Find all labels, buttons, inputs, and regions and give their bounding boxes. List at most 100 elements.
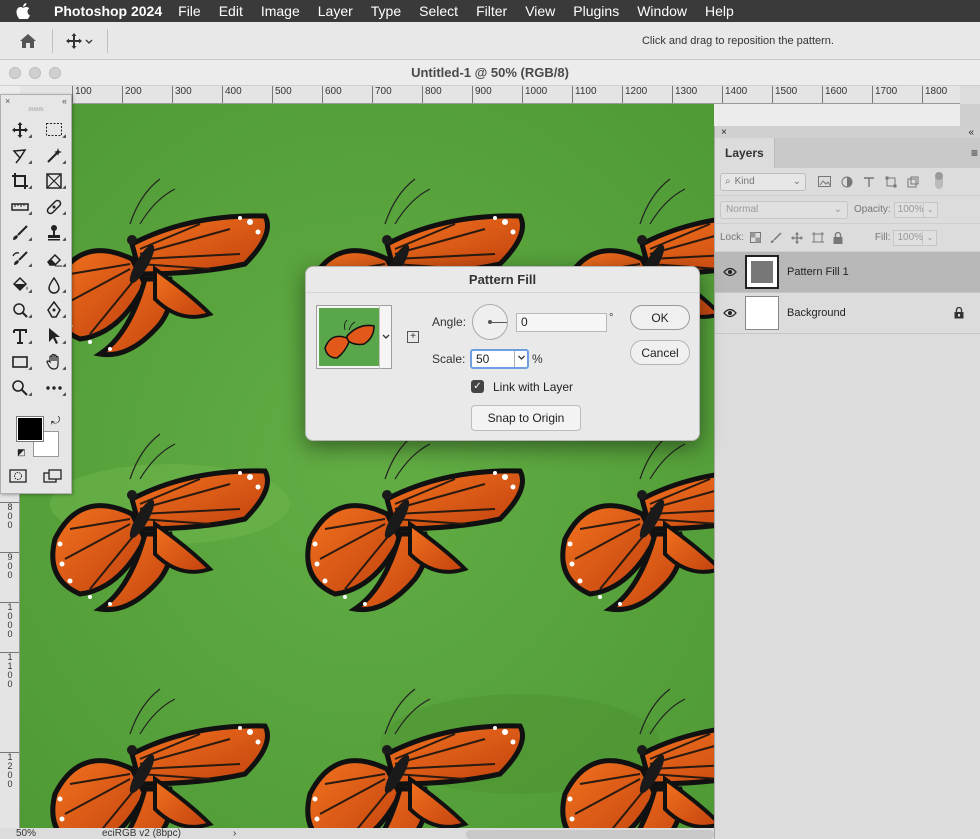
apple-icon[interactable] — [16, 3, 38, 19]
menu-edit[interactable]: Edit — [219, 3, 243, 19]
visibility-eye-icon[interactable] — [715, 308, 745, 318]
zoom-level[interactable]: 50% — [16, 828, 36, 839]
menu-view[interactable]: View — [525, 3, 555, 19]
pixel-filter-icon[interactable] — [818, 176, 831, 187]
angle-dial[interactable] — [472, 304, 508, 340]
menu-help[interactable]: Help — [705, 3, 734, 19]
more-tools[interactable] — [37, 375, 71, 401]
app-name-menu[interactable]: Photoshop 2024 — [54, 3, 162, 19]
opacity-dropdown[interactable]: ⌄ — [923, 201, 938, 218]
document-canvas[interactable] — [20, 104, 714, 830]
zoom-window-button[interactable] — [49, 67, 61, 79]
pen-tool[interactable] — [37, 298, 71, 324]
minimize-window-button[interactable] — [29, 67, 41, 79]
status-menu-arrow[interactable]: › — [233, 828, 236, 839]
menu-window[interactable]: Window — [637, 3, 687, 19]
eraser-tool[interactable] — [37, 246, 71, 272]
filter-kind-select[interactable]: ⌕ Kind ⌄ — [720, 172, 806, 191]
fill-dropdown[interactable]: ⌄ — [923, 229, 938, 246]
frame-tool[interactable] — [37, 169, 71, 195]
lock-artboard-icon[interactable] — [811, 231, 824, 244]
hand-tool[interactable] — [37, 349, 71, 375]
blur-tool[interactable] — [37, 272, 71, 298]
layer-row-background[interactable]: Background — [715, 293, 980, 334]
close-panel-icon[interactable]: × — [5, 96, 10, 106]
marquee-tool[interactable] — [37, 117, 71, 143]
move-tool[interactable] — [3, 117, 37, 143]
magic-wand-tool[interactable] — [37, 143, 71, 169]
swap-colors-icon[interactable]: ⤾ — [51, 415, 60, 428]
lock-transparent-icon[interactable] — [749, 232, 761, 243]
pattern-dropdown-button[interactable] — [379, 305, 392, 369]
ruler-tool[interactable] — [3, 194, 37, 220]
snap-to-origin-button[interactable]: Snap to Origin — [471, 405, 581, 431]
home-icon[interactable] — [16, 29, 40, 53]
ruler-tick: 1 2 0 0 — [0, 752, 19, 789]
type-filter-icon[interactable] — [863, 176, 875, 188]
horizontal-scrollbar[interactable] — [466, 830, 714, 839]
menu-layer[interactable]: Layer — [318, 3, 353, 19]
zoom-tool[interactable] — [3, 375, 37, 401]
angle-input[interactable]: 0 — [516, 313, 607, 332]
menu-plugins[interactable]: Plugins — [573, 3, 619, 19]
foreground-color-swatch[interactable] — [16, 416, 44, 442]
collapse-panel-icon[interactable]: « — [968, 127, 974, 138]
tab-layers[interactable]: Layers — [715, 138, 775, 168]
collapse-panel-icon[interactable]: « — [62, 96, 67, 106]
ruler-tick: 200 — [122, 86, 142, 103]
pattern-fill-dialog: Pattern Fill + Angle: 0 ° Scale: 50 % ✓ … — [305, 266, 700, 441]
cancel-button[interactable]: Cancel — [630, 340, 690, 365]
smart-object-filter-icon[interactable] — [907, 176, 919, 188]
dialog-title[interactable]: Pattern Fill — [306, 267, 699, 293]
lock-position-icon[interactable] — [790, 231, 803, 244]
menu-filter[interactable]: Filter — [476, 3, 507, 19]
lasso-tool[interactable] — [3, 143, 37, 169]
default-colors-icon[interactable]: ◩ — [17, 447, 26, 458]
new-pattern-preset-button[interactable]: + — [407, 331, 419, 343]
layer-name[interactable]: Background — [787, 307, 846, 319]
quick-mask-icon[interactable] — [9, 469, 27, 483]
link-with-layer-checkbox[interactable]: ✓ — [471, 380, 484, 393]
menu-file[interactable]: File — [178, 3, 201, 19]
blend-mode-select[interactable]: Normal ⌄ — [720, 200, 848, 219]
clone-stamp-tool[interactable] — [37, 220, 71, 246]
screen-mode-icon[interactable] — [43, 469, 63, 483]
menu-type[interactable]: Type — [371, 3, 401, 19]
lock-all-icon[interactable] — [833, 231, 843, 244]
opacity-field[interactable]: 100% — [893, 201, 924, 218]
menu-select[interactable]: Select — [419, 3, 458, 19]
layers-panel-header[interactable]: × « — [715, 126, 980, 138]
lock-pixels-icon[interactable] — [770, 231, 782, 244]
document-titlebar[interactable]: Untitled-1 @ 50% (RGB/8) — [0, 60, 980, 86]
ok-button[interactable]: OK — [630, 305, 690, 330]
panel-menu-icon[interactable]: ≡ — [971, 146, 978, 160]
healing-brush-tool[interactable] — [37, 194, 71, 220]
panel-grip[interactable]: mmm — [1, 107, 71, 115]
layer-name[interactable]: Pattern Fill 1 — [787, 266, 849, 278]
close-panel-icon[interactable]: × — [721, 127, 727, 138]
fill-field[interactable]: 100% — [893, 229, 924, 246]
dodge-tool[interactable] — [3, 298, 37, 324]
filter-toggle[interactable] — [935, 171, 943, 189]
menu-image[interactable]: Image — [261, 3, 300, 19]
shape-filter-icon[interactable] — [885, 176, 897, 188]
tools-panel-header[interactable]: × « — [1, 95, 71, 107]
panel-dock-edge — [960, 104, 980, 126]
history-brush-tool[interactable] — [3, 246, 37, 272]
close-window-button[interactable] — [9, 67, 21, 79]
link-with-layer-label[interactable]: Link with Layer — [493, 380, 573, 394]
adjustment-filter-icon[interactable] — [841, 176, 853, 188]
brush-tool[interactable] — [3, 220, 37, 246]
paint-bucket-tool[interactable] — [3, 272, 37, 298]
visibility-eye-icon[interactable] — [715, 267, 745, 277]
rectangle-tool[interactable] — [3, 349, 37, 375]
path-selection-tool[interactable] — [37, 323, 71, 349]
crop-tool[interactable] — [3, 169, 37, 195]
ruler-tick: 8 0 0 — [0, 502, 19, 530]
horizontal-ruler[interactable]: 100 200 300 400 500 600 700 800 900 1000… — [20, 86, 960, 104]
layer-row-pattern-fill[interactable]: Pattern Fill 1 — [715, 252, 980, 293]
scale-dropdown-button[interactable] — [514, 351, 527, 367]
lock-icon[interactable] — [954, 306, 964, 322]
type-tool[interactable] — [3, 323, 37, 349]
move-tool-preset-picker[interactable] — [65, 32, 95, 50]
